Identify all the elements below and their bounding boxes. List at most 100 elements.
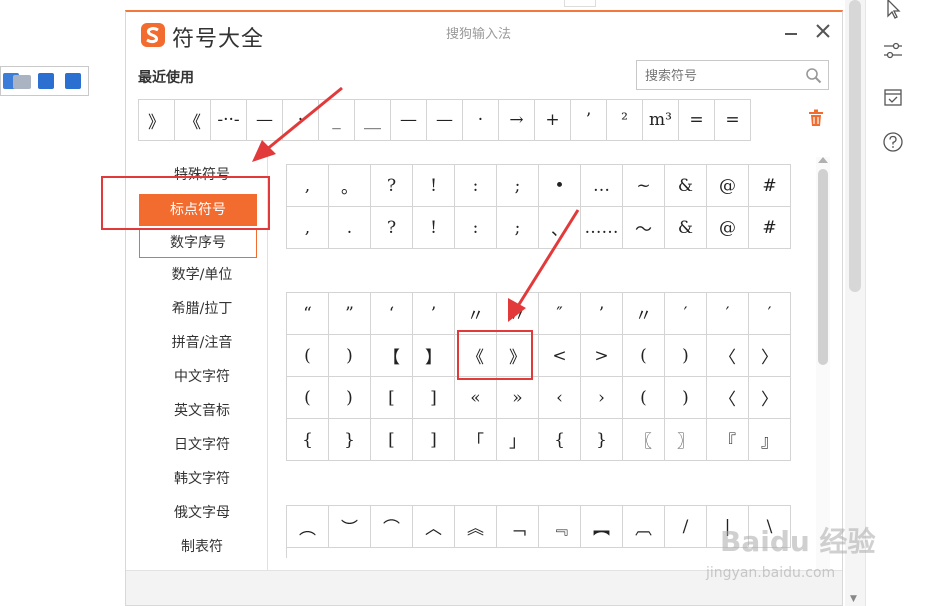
symbol-cell[interactable]: @ — [707, 207, 749, 249]
symbol-cell[interactable]: ‹ — [539, 377, 581, 419]
symbol-cell[interactable]: / — [665, 506, 707, 548]
symbol-cell[interactable]: ( — [623, 335, 665, 377]
symbol-cell[interactable]: 〉 — [749, 335, 791, 377]
symbol-cell[interactable]: 〈 — [707, 335, 749, 377]
symbol-cell[interactable]: > — [581, 335, 623, 377]
symbol-cell[interactable]: « — [455, 377, 497, 419]
minimize-icon[interactable] — [782, 22, 800, 40]
symbol-cell[interactable]: # — [749, 207, 791, 249]
symbol-cell[interactable]: ; — [497, 207, 539, 249]
category-item[interactable]: 英文音标 — [136, 394, 268, 428]
symbol-cell[interactable]: ( — [287, 335, 329, 377]
symbol-cell[interactable]: 。 — [329, 165, 371, 207]
search-input[interactable] — [643, 65, 797, 87]
category-item[interactable]: 数学/单位 — [136, 258, 268, 292]
symbol-cell[interactable]: ″ — [539, 293, 581, 335]
symbol-cell[interactable]: ” — [329, 293, 371, 335]
symbol-cell[interactable]: ( — [287, 377, 329, 419]
calendar-check-icon[interactable] — [882, 86, 904, 108]
recent-symbol[interactable]: · — [463, 100, 499, 140]
close-icon[interactable] — [814, 22, 832, 40]
pointer-icon[interactable] — [882, 0, 904, 22]
symbol-cell[interactable]: ⌒ — [371, 506, 413, 548]
recent-symbol[interactable]: __ — [355, 100, 391, 140]
category-item[interactable]: 数字序号 — [139, 228, 257, 258]
symbol-cell[interactable]: ) — [329, 377, 371, 419]
symbol-scroll-thumb[interactable] — [818, 169, 828, 365]
symbol-cell[interactable]: ] — [413, 377, 455, 419]
symbol-cell[interactable]: ) — [665, 335, 707, 377]
recent-symbol[interactable]: = — [679, 100, 715, 140]
symbol-cell[interactable]: » — [497, 377, 539, 419]
scroll-up-icon[interactable] — [818, 157, 828, 163]
symbol-cell[interactable]: , — [287, 165, 329, 207]
symbol-cell[interactable]: { — [539, 419, 581, 461]
symbol-cell[interactable]: & — [665, 207, 707, 249]
symbol-cell[interactable]: ～ — [623, 207, 665, 249]
symbol-cell[interactable]: ) — [329, 335, 371, 377]
symbol-cell[interactable]: ’ — [413, 293, 455, 335]
symbol-cell[interactable]: 【 — [371, 335, 413, 377]
symbol-cell[interactable]: ﹃ — [539, 506, 581, 548]
symbol-cell[interactable]: { — [287, 419, 329, 461]
symbol-cell[interactable]: 〗 — [665, 419, 707, 461]
symbol-cell[interactable]: › — [581, 377, 623, 419]
recent-symbol[interactable]: → — [499, 100, 535, 140]
symbol-cell[interactable]: ; — [497, 165, 539, 207]
category-item[interactable]: 俄文字母 — [136, 496, 268, 530]
recent-symbol[interactable]: 《 — [175, 100, 211, 140]
background-scrollbar[interactable]: ▼ — [845, 0, 865, 606]
symbol-cell[interactable]: : — [455, 207, 497, 249]
recent-symbol[interactable]: + — [535, 100, 571, 140]
symbol-cell[interactable]: ~ — [623, 165, 665, 207]
symbol-cell[interactable]: ! — [413, 165, 455, 207]
recent-symbol[interactable]: · — [283, 100, 319, 140]
symbol-cell[interactable]: ︹ — [623, 506, 665, 548]
recent-symbol[interactable]: -··- — [211, 100, 247, 140]
symbol-cell[interactable]: 〖 — [623, 419, 665, 461]
apps-icon[interactable] — [65, 73, 81, 89]
symbol-cell[interactable]: ? — [371, 165, 413, 207]
symbol-cell[interactable]: 〈 — [707, 377, 749, 419]
symbol-cell[interactable]: [ — [371, 377, 413, 419]
recent-symbol[interactable]: ’ — [571, 100, 607, 140]
recent-symbol[interactable]: m³ — [643, 100, 679, 140]
symbol-cell[interactable]: • — [539, 165, 581, 207]
symbol-cell[interactable]: “ — [287, 293, 329, 335]
symbol-cell[interactable]: 〃 — [623, 293, 665, 335]
symbol-cell[interactable]: … — [581, 165, 623, 207]
category-item[interactable]: 拼音/注音 — [136, 326, 268, 360]
symbol-cell[interactable]: 〃 — [455, 293, 497, 335]
symbol-cell[interactable]: < — [539, 335, 581, 377]
category-item[interactable]: 希腊/拉丁 — [136, 292, 268, 326]
category-item[interactable]: 中文字符 — [136, 360, 268, 394]
symbol-cell[interactable]: 』 — [749, 419, 791, 461]
symbol-cell[interactable]: 『 — [707, 419, 749, 461]
help-icon[interactable] — [882, 131, 904, 153]
symbol-cell[interactable]: ︽ — [455, 506, 497, 548]
symbol-cell[interactable]: , — [287, 207, 329, 249]
symbol-cell[interactable]: ′ — [707, 293, 749, 335]
symbol-cell[interactable]: 〃 — [497, 293, 539, 335]
symbol-cell[interactable]: [ — [371, 419, 413, 461]
symbol-cell[interactable]: 」 — [497, 419, 539, 461]
symbol-cell[interactable]: ′ — [749, 293, 791, 335]
recent-symbol[interactable]: 》 — [139, 100, 175, 140]
sliders-icon[interactable] — [882, 40, 904, 62]
symbol-cell[interactable]: ? — [371, 207, 413, 249]
symbol-cell[interactable]: # — [749, 165, 791, 207]
symbol-cell[interactable]: ︿ — [413, 506, 455, 548]
shirt-icon[interactable] — [38, 73, 54, 89]
user-card-icon[interactable] — [13, 75, 31, 89]
symbol-cell[interactable]: @ — [707, 165, 749, 207]
symbol-cell[interactable]: } — [581, 419, 623, 461]
symbol-cell[interactable]: ︵ — [287, 506, 329, 548]
symbol-search-field[interactable] — [636, 60, 829, 90]
symbol-cell[interactable]: & — [665, 165, 707, 207]
recent-symbol[interactable]: _ — [319, 100, 355, 140]
symbol-cell[interactable]: ′ — [665, 293, 707, 335]
recent-symbol[interactable]: — — [247, 100, 283, 140]
symbol-cell[interactable]: ﹁ — [497, 506, 539, 548]
symbol-cell[interactable]: 】 — [413, 335, 455, 377]
symbol-cell[interactable]: 〉 — [749, 377, 791, 419]
